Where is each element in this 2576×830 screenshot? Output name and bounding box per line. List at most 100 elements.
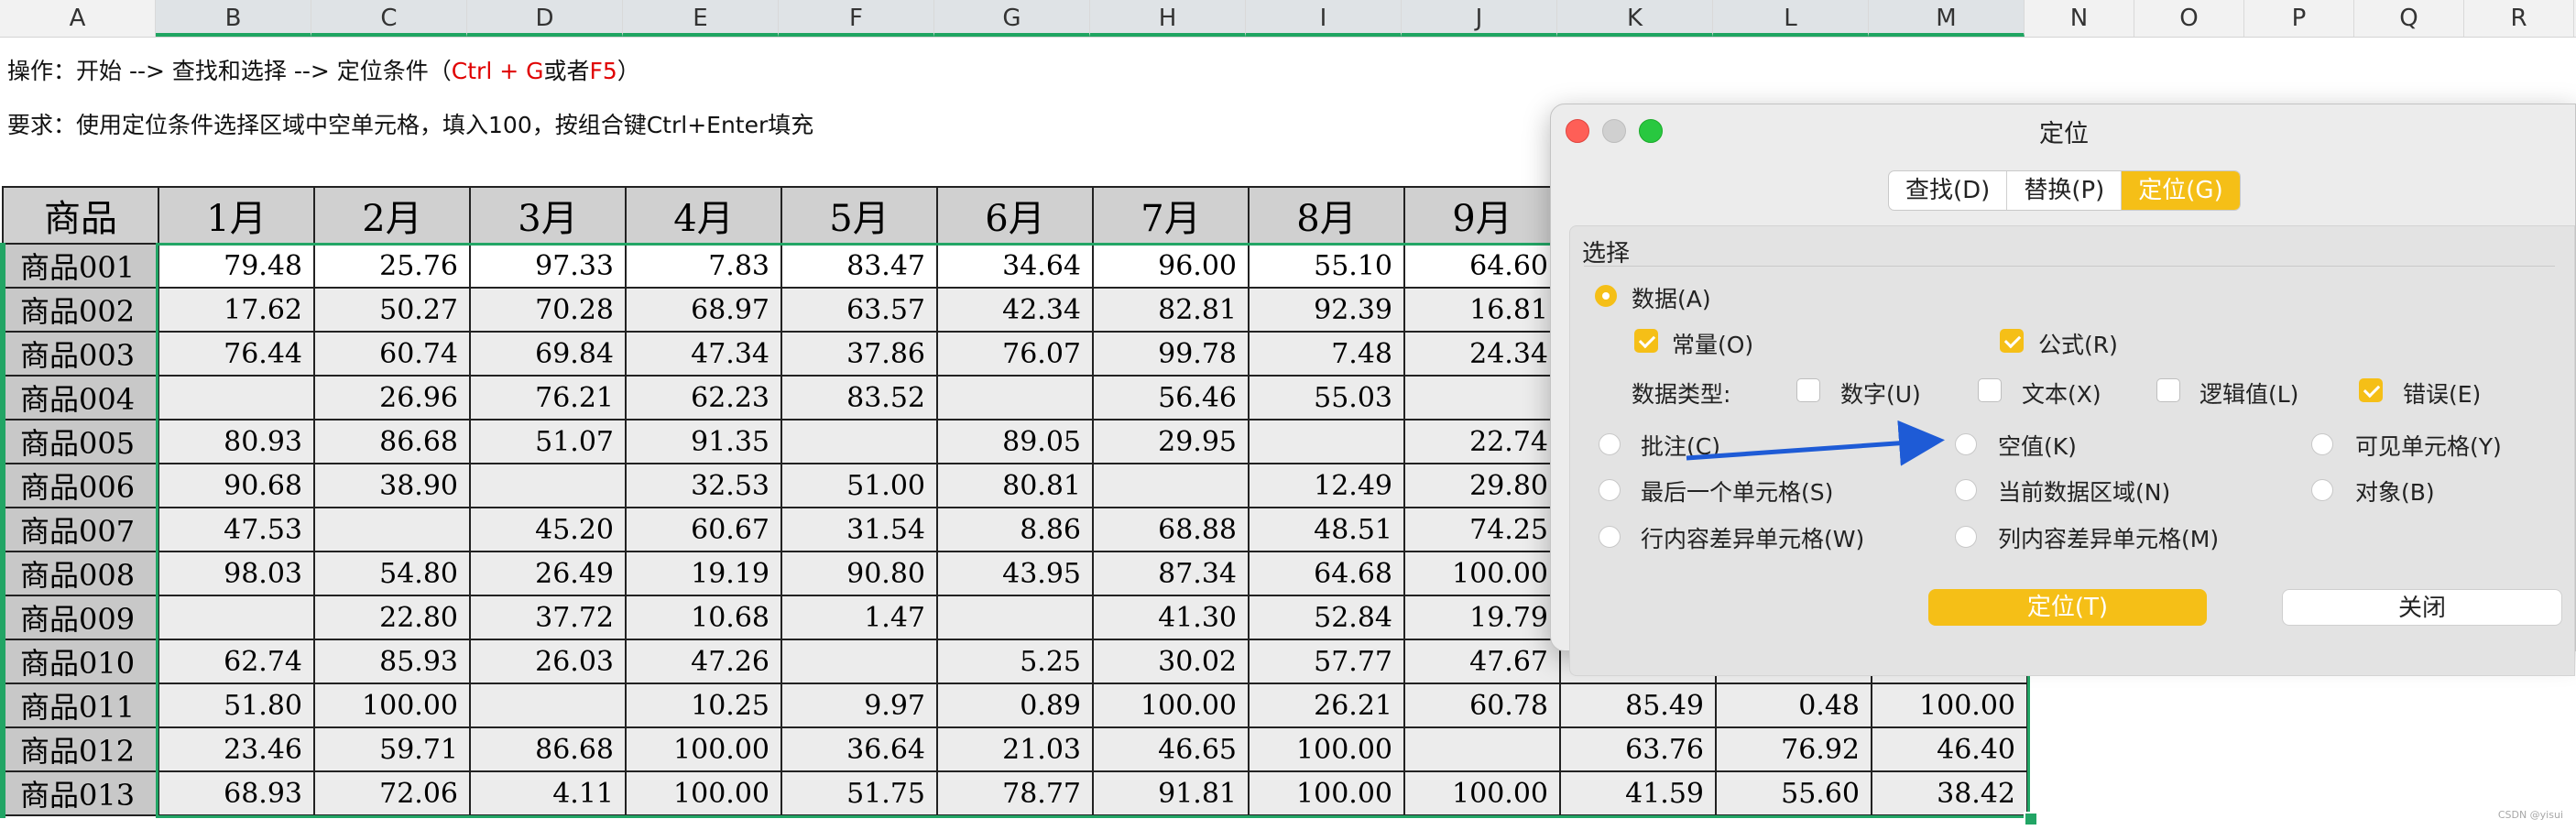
table-cell[interactable] (1248, 419, 1405, 464)
table-cell[interactable] (936, 595, 1094, 640)
table-cell[interactable]: 26.96 (313, 375, 471, 420)
table-header-cell[interactable]: 8月 (1248, 186, 1405, 245)
fill-handle[interactable] (2024, 812, 2038, 826)
locate-button[interactable]: 定位(T) (1928, 589, 2207, 626)
row-label-cell[interactable]: 商品006 (2, 463, 159, 508)
tab-find[interactable]: 查找(D) (1889, 171, 2008, 210)
data-radio[interactable] (1595, 285, 1617, 307)
table-cell[interactable]: 22.80 (313, 595, 471, 640)
table-cell[interactable]: 85.93 (313, 639, 471, 684)
table-cell[interactable]: 51.00 (780, 463, 938, 508)
table-cell[interactable]: 37.86 (780, 331, 938, 377)
table-cell[interactable]: 12.49 (1248, 463, 1405, 508)
column-header-g[interactable]: G (934, 0, 1090, 37)
table-cell[interactable]: 19.79 (1403, 595, 1561, 640)
table-cell[interactable]: 83.47 (780, 243, 938, 289)
table-header-cell[interactable]: 2月 (313, 186, 471, 245)
table-cell[interactable]: 54.80 (313, 551, 471, 596)
table-cell[interactable]: 69.84 (469, 331, 627, 377)
table-cell[interactable]: 56.46 (1092, 375, 1250, 420)
table-cell[interactable]: 21.03 (936, 726, 1094, 772)
constant-checkbox[interactable] (1634, 329, 1658, 353)
table-cell[interactable]: 59.71 (313, 726, 471, 772)
table-cell[interactable] (313, 507, 471, 552)
table-header-cell[interactable]: 4月 (625, 186, 782, 245)
table-cell[interactable]: 76.07 (936, 331, 1094, 377)
table-cell[interactable]: 90.68 (158, 463, 315, 508)
table-cell[interactable]: 91.81 (1092, 770, 1250, 816)
table-cell[interactable]: 86.68 (313, 419, 471, 464)
table-cell[interactable]: 17.62 (158, 287, 315, 333)
table-cell[interactable]: 7.48 (1248, 331, 1405, 377)
logic-checkbox[interactable] (2156, 378, 2180, 402)
table-cell[interactable]: 60.67 (625, 507, 782, 552)
object-radio[interactable] (2311, 479, 2333, 501)
column-header-l[interactable]: L (1713, 0, 1869, 37)
table-cell[interactable]: 47.67 (1403, 639, 1561, 684)
table-cell[interactable]: 41.30 (1092, 595, 1250, 640)
tab-replace[interactable]: 替换(P) (2007, 171, 2123, 210)
table-cell[interactable]: 78.77 (936, 770, 1094, 816)
column-header-o[interactable]: O (2134, 0, 2244, 37)
table-header-cell[interactable]: 9月 (1403, 186, 1561, 245)
table-cell[interactable]: 79.48 (158, 243, 315, 289)
table-cell[interactable]: 16.81 (1403, 287, 1561, 333)
row-label-cell[interactable]: 商品008 (2, 551, 159, 596)
table-cell[interactable]: 90.80 (780, 551, 938, 596)
table-cell[interactable]: 26.21 (1248, 683, 1405, 728)
table-cell[interactable]: 29.95 (1092, 419, 1250, 464)
table-header-cell[interactable]: 3月 (469, 186, 627, 245)
table-cell[interactable] (469, 683, 627, 728)
table-cell[interactable] (1403, 375, 1561, 420)
table-cell[interactable]: 63.57 (780, 287, 938, 333)
table-header-cell[interactable]: 5月 (780, 186, 938, 245)
row-label-cell[interactable]: 商品012 (2, 726, 159, 772)
table-cell[interactable]: 82.81 (1092, 287, 1250, 333)
table-cell[interactable]: 68.97 (625, 287, 782, 333)
table-cell[interactable]: 26.49 (469, 551, 627, 596)
table-cell[interactable]: 60.74 (313, 331, 471, 377)
text-checkbox[interactable] (1978, 378, 2002, 402)
column-header-h[interactable]: H (1090, 0, 1246, 37)
table-cell[interactable]: 4.11 (469, 770, 627, 816)
table-cell[interactable]: 97.33 (469, 243, 627, 289)
table-cell[interactable]: 29.80 (1403, 463, 1561, 508)
table-cell[interactable]: 5.25 (936, 639, 1094, 684)
table-cell[interactable]: 50.27 (313, 287, 471, 333)
table-cell[interactable]: 55.60 (1715, 770, 1872, 816)
table-cell[interactable]: 9.97 (780, 683, 938, 728)
table-cell[interactable]: 7.83 (625, 243, 782, 289)
column-header-n[interactable]: N (2025, 0, 2134, 37)
column-header-b[interactable]: B (156, 0, 311, 37)
row-label-cell[interactable]: 商品005 (2, 419, 159, 464)
table-cell[interactable]: 87.34 (1092, 551, 1250, 596)
comment-radio[interactable] (1599, 433, 1621, 455)
table-cell[interactable]: 52.84 (1248, 595, 1405, 640)
table-cell[interactable]: 89.05 (936, 419, 1094, 464)
row-label-cell[interactable]: 商品004 (2, 375, 159, 420)
table-cell[interactable]: 74.25 (1403, 507, 1561, 552)
table-cell[interactable]: 96.00 (1092, 243, 1250, 289)
column-header-p[interactable]: P (2244, 0, 2354, 37)
table-cell[interactable]: 76.21 (469, 375, 627, 420)
table-header-cell[interactable]: 1月 (158, 186, 315, 245)
table-cell[interactable]: 98.03 (158, 551, 315, 596)
table-cell[interactable] (780, 419, 938, 464)
row-label-cell[interactable]: 商品013 (2, 770, 159, 816)
table-cell[interactable]: 43.95 (936, 551, 1094, 596)
row-label-cell[interactable]: 商品009 (2, 595, 159, 640)
table-cell[interactable]: 83.52 (780, 375, 938, 420)
table-header-cell[interactable]: 7月 (1092, 186, 1250, 245)
error-checkbox[interactable] (2359, 378, 2383, 402)
table-header-cell[interactable]: 6月 (936, 186, 1094, 245)
table-cell[interactable]: 8.86 (936, 507, 1094, 552)
table-cell[interactable]: 48.51 (1248, 507, 1405, 552)
table-cell[interactable] (469, 463, 627, 508)
table-cell[interactable]: 92.39 (1248, 287, 1405, 333)
table-cell[interactable]: 47.34 (625, 331, 782, 377)
table-cell[interactable]: 42.34 (936, 287, 1094, 333)
table-cell[interactable]: 1.47 (780, 595, 938, 640)
col-diff-radio[interactable] (1955, 526, 1977, 548)
visible-radio[interactable] (2311, 433, 2333, 455)
tab-locate[interactable]: 定位(G) (2122, 171, 2240, 210)
